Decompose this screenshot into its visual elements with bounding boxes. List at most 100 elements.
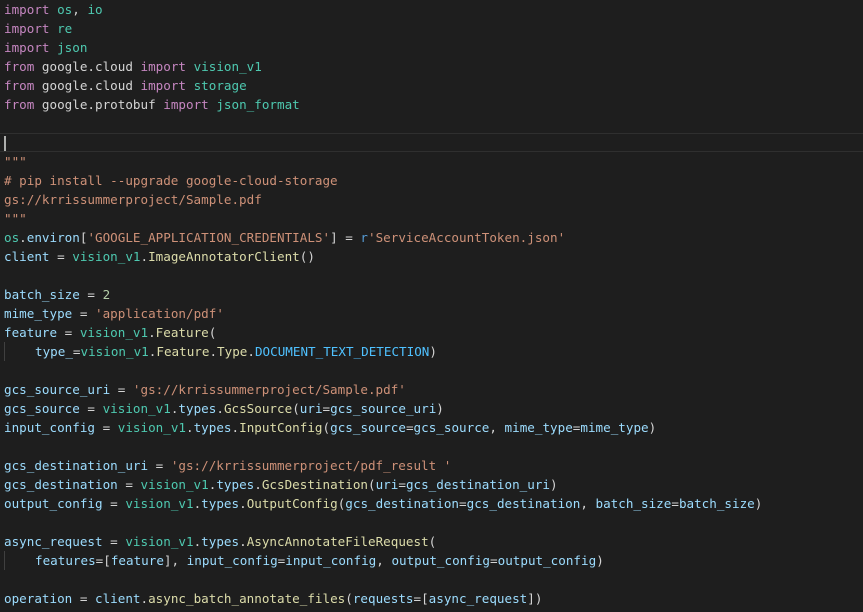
code-line[interactable]: """ <box>0 209 863 228</box>
code-line[interactable]: from google.cloud import storage <box>0 76 863 95</box>
code-line[interactable]: output_config = vision_v1.types.OutputCo… <box>0 494 863 513</box>
code-line[interactable]: from google.cloud import vision_v1 <box>0 57 863 76</box>
code-line[interactable]: gcs_source = vision_v1.types.GcsSource(u… <box>0 399 863 418</box>
code-token: ImageAnnotatorClient <box>148 249 300 264</box>
code-token: , <box>376 553 392 568</box>
code-token: os <box>57 2 73 17</box>
code-token: = <box>49 249 73 264</box>
code-token: uri <box>299 401 323 416</box>
code-token: 'ServiceAccountToken.json' <box>368 230 566 245</box>
code-token: gcs_destination_uri <box>405 477 550 492</box>
code-line[interactable]: gcs_destination = vision_v1.types.GcsDes… <box>0 475 863 494</box>
code-token: input_config <box>285 553 377 568</box>
code-token: = <box>671 496 679 511</box>
code-token: client <box>4 249 50 264</box>
code-line[interactable] <box>0 266 863 285</box>
code-token: from <box>4 78 35 93</box>
code-token: output_config <box>497 553 597 568</box>
code-line[interactable] <box>0 133 863 152</box>
code-token: vision_v1 <box>72 249 141 264</box>
code-line[interactable]: # pip install --upgrade google-cloud-sto… <box>0 171 863 190</box>
code-token: storage <box>193 78 247 93</box>
code-token: google.cloud <box>34 78 141 93</box>
code-token: DOCUMENT_TEXT_DETECTION <box>254 344 430 359</box>
code-token: gcs_destination <box>4 477 118 492</box>
code-line[interactable]: features=[feature], input_config = input_c… <box>0 551 863 570</box>
code-token: = <box>322 401 331 416</box>
code-token: GcsDestination <box>261 477 368 492</box>
code-token: Type <box>217 344 248 359</box>
code-token: . <box>140 249 149 264</box>
code-token: . <box>216 401 224 416</box>
code-token: Feature <box>156 344 210 359</box>
code-line[interactable]: os.environ['GOOGLE_APPLICATION_CREDENTIA… <box>0 228 863 247</box>
code-token: = <box>102 496 126 511</box>
code-line[interactable]: async_request = vision_v1.types.AsyncAnn… <box>0 532 863 551</box>
code-token: mime_type <box>4 306 73 321</box>
indent-guide <box>4 551 35 570</box>
code-line[interactable]: gcs_source_uri = 'gs://krrissummerprojec… <box>0 380 863 399</box>
code-token: json <box>57 40 88 55</box>
code-line[interactable] <box>0 437 863 456</box>
code-token: google.protobuf <box>34 97 164 112</box>
code-token: uri <box>375 477 399 492</box>
code-line[interactable]: from google.protobuf import json_format <box>0 95 863 114</box>
code-token: gcs_source <box>330 420 406 435</box>
code-token: gcs_destination <box>345 496 460 511</box>
code-line[interactable] <box>0 361 863 380</box>
code-token: . <box>254 477 262 492</box>
code-line[interactable]: mime_type = 'application/pdf' <box>0 304 863 323</box>
code-token: os <box>4 230 20 245</box>
code-token: types <box>201 534 240 549</box>
code-line[interactable]: type_=vision_v1.Feature.Type.DOCUMENT_TE… <box>0 342 863 361</box>
code-token: output_config <box>4 496 103 511</box>
code-line[interactable]: import re <box>0 19 863 38</box>
code-token: . <box>140 591 149 606</box>
code-token: vision_v1 <box>125 534 194 549</box>
code-line[interactable]: gs://krrissummerproject/Sample.pdf <box>0 190 863 209</box>
code-line[interactable]: client = vision_v1.ImageAnnotatorClient(… <box>0 247 863 266</box>
code-token: batch_size <box>595 496 672 511</box>
code-line[interactable]: operation = client.async_batch_annotate_… <box>0 589 863 608</box>
code-token: client <box>95 591 141 606</box>
code-line[interactable]: import os, io <box>0 0 863 19</box>
code-token: ]) <box>527 591 543 606</box>
code-token: input_config <box>186 553 278 568</box>
code-token: gcs_destination <box>466 496 581 511</box>
code-token: = <box>459 496 467 511</box>
code-token: """ <box>4 211 27 226</box>
code-token: gcs_destination_uri <box>4 458 149 473</box>
code-token: mime_type <box>580 420 649 435</box>
code-token: 'gs://krrissummerproject/pdf_result ' <box>170 458 452 473</box>
code-token: from <box>4 59 35 74</box>
code-token: gcs_source <box>413 420 490 435</box>
code-line[interactable]: import json <box>0 38 863 57</box>
code-token: mime_type <box>504 420 573 435</box>
code-token: vision_v1 <box>80 344 149 359</box>
code-line[interactable]: gcs_destination_uri = 'gs://krrissummerp… <box>0 456 863 475</box>
code-line[interactable]: feature = vision_v1.Feature( <box>0 323 863 342</box>
code-line[interactable] <box>0 114 863 133</box>
code-token: ] = <box>330 230 361 245</box>
code-line[interactable]: """ <box>0 152 863 171</box>
code-token: vision_v1 <box>193 59 262 74</box>
code-token: vision_v1 <box>117 420 186 435</box>
text-cursor <box>4 136 6 151</box>
code-line[interactable]: batch_size = 2 <box>0 285 863 304</box>
code-token: = <box>490 553 498 568</box>
code-token: gcs_source <box>4 401 80 416</box>
code-line[interactable] <box>0 513 863 532</box>
code-token: google.cloud <box>34 59 141 74</box>
code-token: import <box>4 40 50 55</box>
code-token: = <box>117 477 141 492</box>
code-editor[interactable]: import os, io import re import json from go… <box>0 0 863 612</box>
code-line[interactable] <box>0 570 863 589</box>
code-line[interactable]: input_config = vision_v1.types.InputConf… <box>0 418 863 437</box>
code-token: Feature <box>155 325 209 340</box>
code-token: import <box>4 21 50 36</box>
code-token: feature <box>110 553 164 568</box>
code-token: io <box>87 2 103 17</box>
code-token: . <box>148 325 156 340</box>
